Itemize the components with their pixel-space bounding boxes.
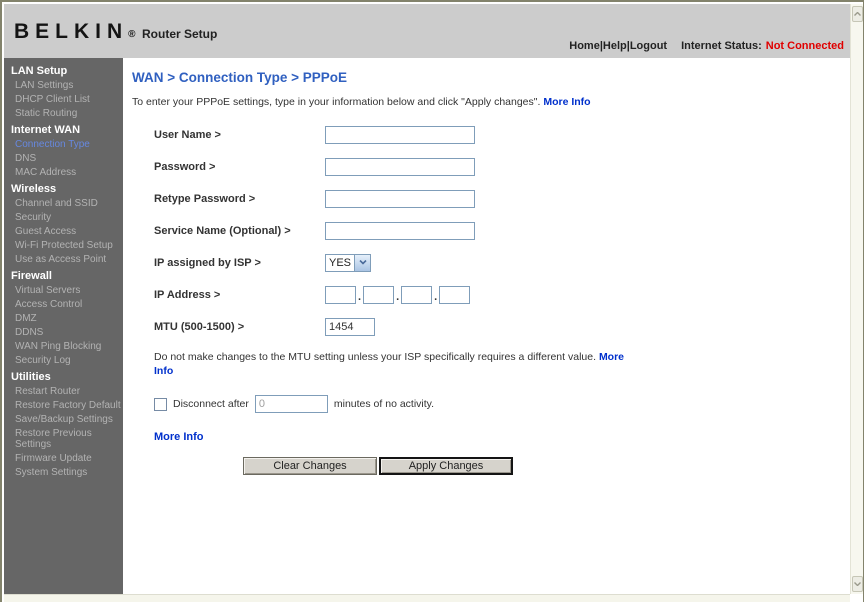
password-label: Password >: [154, 160, 216, 173]
sidebar-item-security-log[interactable]: Security Log: [4, 354, 123, 368]
intro-text: To enter your PPPoE settings, type in yo…: [132, 95, 624, 110]
more-info-solo-row: More Info: [154, 431, 850, 443]
disconnect-checkbox[interactable]: [154, 397, 167, 411]
header-nav: Home | Help | Logout: [569, 40, 667, 52]
service-name-row: Service Name (Optional) >: [154, 221, 850, 240]
ip-octet-1-field[interactable]: [325, 285, 356, 304]
user-name-label: User Name >: [154, 128, 221, 141]
sidebar-item-system-settings[interactable]: System Settings: [4, 466, 123, 480]
clear-changes-button[interactable]: Clear Changes: [243, 457, 377, 476]
mtu-row: MTU (500-1500) >: [154, 317, 850, 336]
ip-assigned-row: IP assigned by ISP > YES: [154, 253, 850, 272]
ip-octet-3-field[interactable]: [401, 285, 433, 304]
sidebar-item-ddns[interactable]: DDNS: [4, 326, 123, 340]
sidebar-section-firewall: Firewall: [11, 270, 52, 282]
sidebar-item-save-backup-settings[interactable]: Save/Backup Settings: [4, 413, 123, 427]
main-content: WAN > Connection Type > PPPoE To enter y…: [123, 58, 850, 594]
sidebar-item-wifi-protected-setup[interactable]: Wi-Fi Protected Setup: [4, 239, 123, 253]
disconnect-row: Disconnect after minutes of no activity.: [154, 395, 850, 414]
ip-dot: .: [434, 290, 438, 303]
mtu-field[interactable]: [325, 317, 375, 336]
scroll-down-icon[interactable]: [852, 576, 863, 592]
ip-address-row: IP Address > . . .: [154, 285, 850, 304]
belkin-logo: BELKIN®: [14, 20, 136, 44]
status-label: Internet Status:: [681, 40, 762, 52]
sidebar-item-restore-factory-default[interactable]: Restore Factory Default: [4, 399, 123, 413]
sidebar-item-guest-access[interactable]: Guest Access: [4, 225, 123, 239]
ip-assigned-select[interactable]: YES: [325, 253, 371, 272]
internet-status: Internet Status: Not Connected: [681, 40, 844, 52]
pppoe-form: User Name > Password > Retype Password >…: [132, 125, 850, 336]
sidebar-item-static-routing[interactable]: Static Routing: [4, 107, 123, 121]
mtu-note-body: Do not make changes to the MTU setting u…: [154, 350, 599, 363]
header-right: Home | Help | Logout Internet Status: Not Con…: [569, 40, 844, 52]
retype-password-row: Retype Password >: [154, 189, 850, 208]
chevron-down-icon: [354, 254, 370, 271]
mtu-note: Do not make changes to the MTU setting u…: [154, 350, 632, 379]
sidebar-item-restore-previous-settings[interactable]: Restore Previous Settings: [4, 427, 123, 452]
router-setup-page: BELKIN® Router Setup Home | Help | Logout In…: [0, 0, 864, 602]
sidebar-section-utilities: Utilities: [11, 371, 51, 383]
sidebar-section-lan-setup: LAN Setup: [11, 65, 68, 77]
page-title: Router Setup: [142, 27, 218, 41]
sidebar-item-lan-settings[interactable]: LAN Settings: [4, 79, 123, 93]
logout-link[interactable]: Logout: [630, 40, 667, 52]
sidebar-nav: LAN Setup LAN Settings DHCP Client List …: [4, 58, 123, 594]
more-info-link-intro[interactable]: More Info: [543, 96, 590, 108]
more-info-link-disconnect[interactable]: More Info: [154, 431, 204, 443]
service-name-field[interactable]: [325, 221, 475, 240]
retype-password-label: Retype Password >: [154, 192, 256, 205]
service-name-label: Service Name (Optional) >: [154, 224, 291, 237]
password-field[interactable]: [325, 157, 475, 176]
bottom-edge-strip: [4, 594, 850, 602]
sidebar-item-firmware-update[interactable]: Firmware Update: [4, 452, 123, 466]
ip-octet-2-field[interactable]: [363, 285, 395, 304]
home-link[interactable]: Home: [569, 40, 600, 52]
ip-address-label: IP Address >: [154, 288, 221, 301]
sidebar-item-use-as-access-point[interactable]: Use as Access Point: [4, 253, 123, 267]
registered-mark: ®: [128, 29, 136, 40]
mtu-label: MTU (500-1500) >: [154, 320, 245, 333]
ip-dot: .: [358, 290, 362, 303]
retype-password-field[interactable]: [325, 189, 475, 208]
sidebar-item-wan-ping-blocking[interactable]: WAN Ping Blocking: [4, 340, 123, 354]
sidebar-item-dhcp-client-list[interactable]: DHCP Client List: [4, 93, 123, 107]
password-row: Password >: [154, 157, 850, 176]
user-name-row: User Name >: [154, 125, 850, 144]
sidebar-section-internet-wan: Internet WAN: [11, 124, 81, 136]
sidebar-item-security[interactable]: Security: [4, 211, 123, 225]
disconnect-minutes-field[interactable]: [254, 395, 328, 414]
status-value: Not Connected: [765, 40, 844, 52]
breadcrumb: WAN > Connection Type > PPPoE: [132, 70, 348, 85]
help-link[interactable]: Help: [603, 40, 627, 52]
intro-text-body: To enter your PPPoE settings, type in yo…: [132, 96, 544, 108]
ip-assigned-value: YES: [329, 256, 352, 269]
sidebar-item-virtual-servers[interactable]: Virtual Servers: [4, 284, 123, 298]
button-row: Clear Changes Apply Changes: [243, 457, 850, 476]
sidebar-item-access-control[interactable]: Access Control: [4, 298, 123, 312]
scroll-up-icon[interactable]: [852, 6, 863, 22]
header-bar: BELKIN® Router Setup Home | Help | Logout In…: [4, 4, 850, 58]
user-name-field[interactable]: [325, 125, 475, 144]
vertical-scrollbar[interactable]: [850, 4, 863, 594]
disconnect-label-after: minutes of no activity.: [333, 398, 435, 411]
sidebar-item-dmz[interactable]: DMZ: [4, 312, 123, 326]
disconnect-label-before: Disconnect after: [173, 398, 249, 411]
sidebar-item-connection-type[interactable]: Connection Type: [4, 138, 123, 152]
apply-changes-button[interactable]: Apply Changes: [379, 457, 513, 476]
sidebar-item-mac-address[interactable]: MAC Address: [4, 166, 123, 180]
ip-octet-4-field[interactable]: [439, 285, 471, 304]
sidebar-section-wireless: Wireless: [11, 183, 57, 195]
ip-assigned-label: IP assigned by ISP >: [154, 256, 261, 269]
ip-address-group: . . .: [325, 285, 471, 304]
sidebar-item-channel-and-ssid[interactable]: Channel and SSID: [4, 197, 123, 211]
sidebar-item-dns[interactable]: DNS: [4, 152, 123, 166]
sidebar-item-restart-router[interactable]: Restart Router: [4, 385, 123, 399]
ip-dot: .: [396, 290, 400, 303]
brand-text: BELKIN: [14, 20, 129, 43]
